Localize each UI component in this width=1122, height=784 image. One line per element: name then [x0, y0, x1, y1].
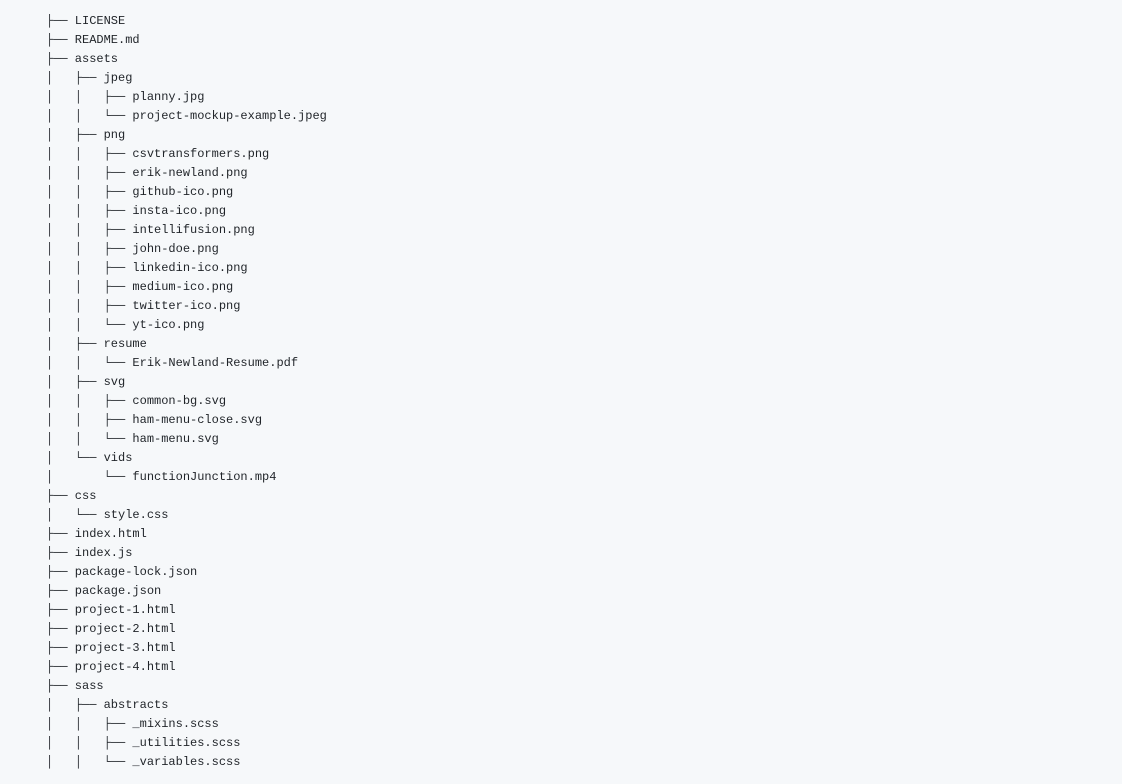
tree-line: │ │ ├── insta-ico.png	[46, 202, 1076, 221]
tree-line: │ │ ├── twitter-ico.png	[46, 297, 1076, 316]
tree-line: ├── LICENSE	[46, 12, 1076, 31]
tree-line: │ │ ├── medium-ico.png	[46, 278, 1076, 297]
tree-line: │ │ ├── erik-newland.png	[46, 164, 1076, 183]
tree-line: │ └── functionJunction.mp4	[46, 468, 1076, 487]
tree-line: │ ├── resume	[46, 335, 1076, 354]
tree-line: │ │ ├── _mixins.scss	[46, 715, 1076, 734]
tree-line: ├── project-2.html	[46, 620, 1076, 639]
tree-line: ├── README.md	[46, 31, 1076, 50]
tree-line: ├── project-3.html	[46, 639, 1076, 658]
tree-line: │ └── style.css	[46, 506, 1076, 525]
tree-line: │ ├── png	[46, 126, 1076, 145]
tree-line: ├── index.js	[46, 544, 1076, 563]
tree-line: ├── package-lock.json	[46, 563, 1076, 582]
tree-line: ├── css	[46, 487, 1076, 506]
tree-line: │ │ └── Erik-Newland-Resume.pdf	[46, 354, 1076, 373]
tree-line: ├── assets	[46, 50, 1076, 69]
tree-line: │ ├── abstracts	[46, 696, 1076, 715]
tree-line: │ │ ├── _utilities.scss	[46, 734, 1076, 753]
tree-line: │ │ ├── common-bg.svg	[46, 392, 1076, 411]
tree-line: │ │ ├── john-doe.png	[46, 240, 1076, 259]
tree-line: │ │ └── yt-ico.png	[46, 316, 1076, 335]
tree-line: │ │ ├── ham-menu-close.svg	[46, 411, 1076, 430]
tree-line: ├── sass	[46, 677, 1076, 696]
tree-line: │ │ ├── linkedin-ico.png	[46, 259, 1076, 278]
tree-line: ├── project-1.html	[46, 601, 1076, 620]
tree-line: │ │ ├── intellifusion.png	[46, 221, 1076, 240]
file-tree-container: ├── LICENSE├── README.md├── assets│ ├── …	[0, 0, 1122, 784]
tree-line: │ │ ├── planny.jpg	[46, 88, 1076, 107]
tree-line: │ │ ├── github-ico.png	[46, 183, 1076, 202]
tree-line: │ ├── svg	[46, 373, 1076, 392]
tree-line: │ │ ├── csvtransformers.png	[46, 145, 1076, 164]
tree-line: │ │ └── project-mockup-example.jpeg	[46, 107, 1076, 126]
tree-line: │ │ └── _variables.scss	[46, 753, 1076, 772]
tree-line: │ ├── jpeg	[46, 69, 1076, 88]
tree-line: ├── package.json	[46, 582, 1076, 601]
tree-line: ├── index.html	[46, 525, 1076, 544]
tree-line: │ │ └── ham-menu.svg	[46, 430, 1076, 449]
tree-line: ├── project-4.html	[46, 658, 1076, 677]
tree-line: │ └── vids	[46, 449, 1076, 468]
